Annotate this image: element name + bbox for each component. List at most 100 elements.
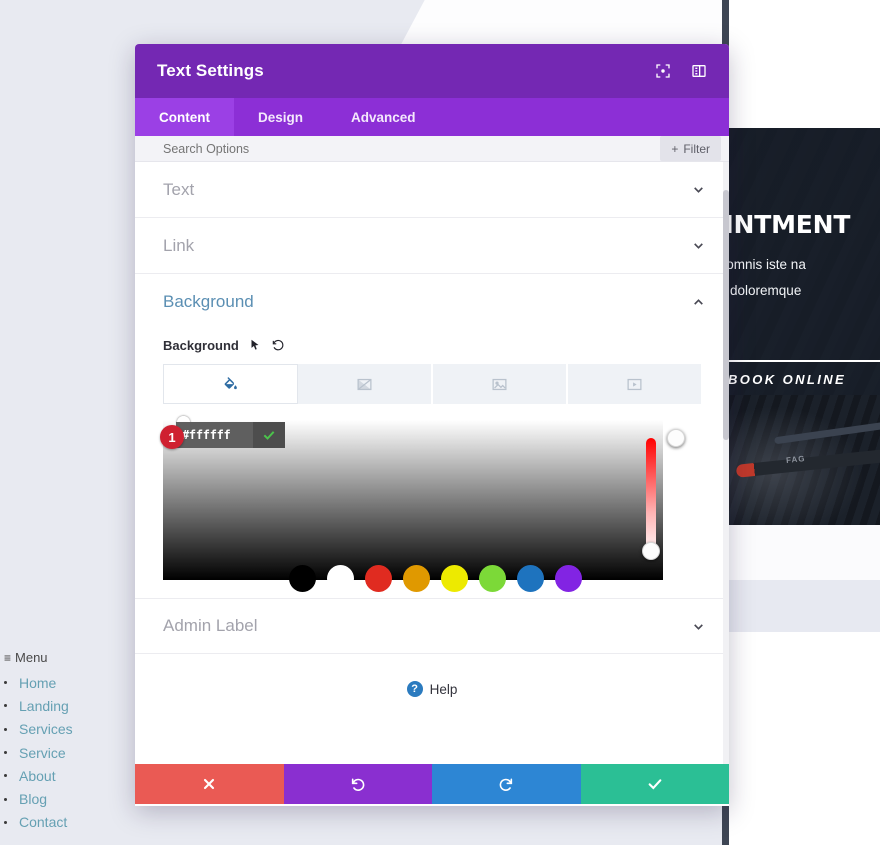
bullet-icon: [4, 681, 7, 685]
modal-scrollbar[interactable]: [723, 162, 729, 764]
site-menu-link-home[interactable]: Home: [19, 675, 56, 691]
section-admin-label[interactable]: Admin Label: [135, 598, 729, 654]
list-item[interactable]: Landing: [0, 694, 130, 717]
alpha-slider[interactable]: [667, 429, 685, 558]
book-online-button-label: BOOK ONLINE: [728, 372, 847, 387]
site-menu-link-landing[interactable]: Landing: [19, 698, 69, 714]
bullet-icon: [4, 704, 7, 708]
section-text-label: Text: [163, 179, 195, 199]
site-menu-title-label: Menu: [15, 650, 48, 665]
swatch-black[interactable]: [289, 565, 316, 592]
modal-scrollbar-thumb[interactable]: [723, 190, 729, 440]
section-admin-label-label: Admin Label: [163, 616, 258, 635]
list-item[interactable]: Home: [0, 671, 130, 694]
search-input[interactable]: [163, 141, 463, 156]
torque-wrench-icon: [735, 449, 880, 478]
hero-text-line-2: ccusantium doloremque: [728, 283, 802, 298]
tab-design[interactable]: Design: [234, 98, 327, 136]
alpha-slider-handle[interactable]: [667, 429, 685, 447]
swatch-green[interactable]: [479, 565, 506, 592]
redo-button[interactable]: [432, 764, 581, 804]
bullet-icon: [4, 751, 7, 755]
section-link[interactable]: Link: [135, 218, 729, 274]
plus-icon: +: [671, 141, 679, 156]
expand-icon[interactable]: [655, 63, 671, 79]
background-color-tab[interactable]: [163, 364, 298, 404]
chevron-down-icon: [694, 243, 703, 249]
site-menu-link-blog[interactable]: Blog: [19, 791, 47, 807]
swatch-red[interactable]: [365, 565, 392, 592]
color-picker: 1: [160, 416, 701, 592]
site-menu-link-contact[interactable]: Contact: [19, 814, 67, 830]
tool-rod-icon: [774, 420, 880, 445]
modal-tabs: Content Design Advanced: [135, 98, 729, 136]
site-menu-title: ≡ Menu: [0, 650, 130, 671]
swatch-orange[interactable]: [403, 565, 430, 592]
bullet-icon: [4, 727, 7, 731]
site-menu-link-about[interactable]: About: [19, 768, 56, 784]
chevron-down-icon: [694, 623, 703, 630]
list-item[interactable]: Blog: [0, 787, 130, 810]
background-section-body: Background 1 #ffffff: [135, 330, 729, 598]
site-band: [728, 580, 880, 632]
help-icon: ?: [406, 681, 423, 697]
save-button[interactable]: [580, 764, 729, 804]
hue-slider-handle[interactable]: [642, 542, 660, 560]
background-field-header: Background: [163, 330, 701, 360]
reset-icon[interactable]: [271, 338, 285, 352]
site-menu-link-service[interactable]: Service: [19, 745, 66, 761]
help-label: Help: [429, 681, 458, 697]
swatch-white[interactable]: [327, 565, 354, 592]
section-text[interactable]: Text: [135, 162, 729, 218]
section-background[interactable]: Background: [135, 274, 729, 330]
section-link-label: Link: [163, 235, 195, 255]
swatch-yellow[interactable]: [441, 565, 468, 592]
background-field-label: Background: [163, 337, 239, 353]
list-item[interactable]: Contact: [0, 811, 130, 834]
background-video-tab[interactable]: [568, 364, 701, 404]
site-footer-area: [728, 632, 880, 845]
step-badge: 1: [160, 425, 184, 449]
site-menu-link-services[interactable]: Services: [19, 721, 73, 737]
screen: APPOINTMENT ciatis unde omnis iste na cc…: [0, 0, 880, 845]
panel-layout-icon[interactable]: [691, 63, 707, 79]
text-settings-modal: Text Settings Content Design Advanced Se…: [135, 44, 729, 806]
list-item[interactable]: Service: [0, 741, 130, 764]
hero-text-line-1: ciatis unde omnis iste na: [728, 257, 806, 272]
cancel-button[interactable]: [135, 764, 284, 804]
search-options-row: + Filter: [135, 136, 729, 162]
filter-button-label: Filter: [683, 141, 710, 156]
tab-advanced[interactable]: Advanced: [327, 98, 440, 136]
page-title: Text Settings: [157, 61, 264, 80]
filter-button[interactable]: + Filter: [660, 136, 721, 161]
hamburger-icon: ≡: [4, 651, 12, 665]
site-menu: ≡ Menu Home Landing Services Service Abou…: [0, 650, 130, 834]
modal-header: Text Settings: [135, 44, 729, 98]
tab-content[interactable]: Content: [135, 98, 234, 136]
swatch-blue[interactable]: [517, 565, 544, 592]
cursor-icon[interactable]: [248, 338, 262, 352]
modal-action-bar: [135, 764, 729, 804]
bullet-icon: [4, 797, 7, 801]
modal-header-actions: [655, 63, 707, 79]
list-item[interactable]: Services: [0, 718, 130, 741]
undo-button[interactable]: [283, 764, 432, 804]
chevron-up-icon: [694, 298, 703, 305]
site-menu-list: Home Landing Services Service About Blog…: [0, 671, 130, 834]
hex-confirm-button[interactable]: [253, 422, 285, 448]
bullet-icon: [4, 774, 7, 778]
list-item[interactable]: About: [0, 764, 130, 787]
settings-scroll-area: Text Link Background Background 1 #fffff…: [135, 162, 729, 764]
hero-photo: FAG: [728, 395, 880, 525]
background-gradient-tab[interactable]: [298, 364, 433, 404]
site-section-below-hero: [728, 525, 880, 580]
hue-slider[interactable]: [642, 438, 660, 560]
background-image-tab[interactable]: [433, 364, 568, 404]
chevron-down-icon: [694, 187, 703, 193]
help-row[interactable]: ? Help: [135, 654, 729, 724]
background-type-tabs: [163, 364, 701, 404]
swatch-purple[interactable]: [555, 565, 582, 592]
hex-color-input[interactable]: [176, 422, 253, 448]
site-preview-column: APPOINTMENT ciatis unde omnis iste na cc…: [728, 0, 880, 845]
color-swatches: [289, 565, 582, 592]
